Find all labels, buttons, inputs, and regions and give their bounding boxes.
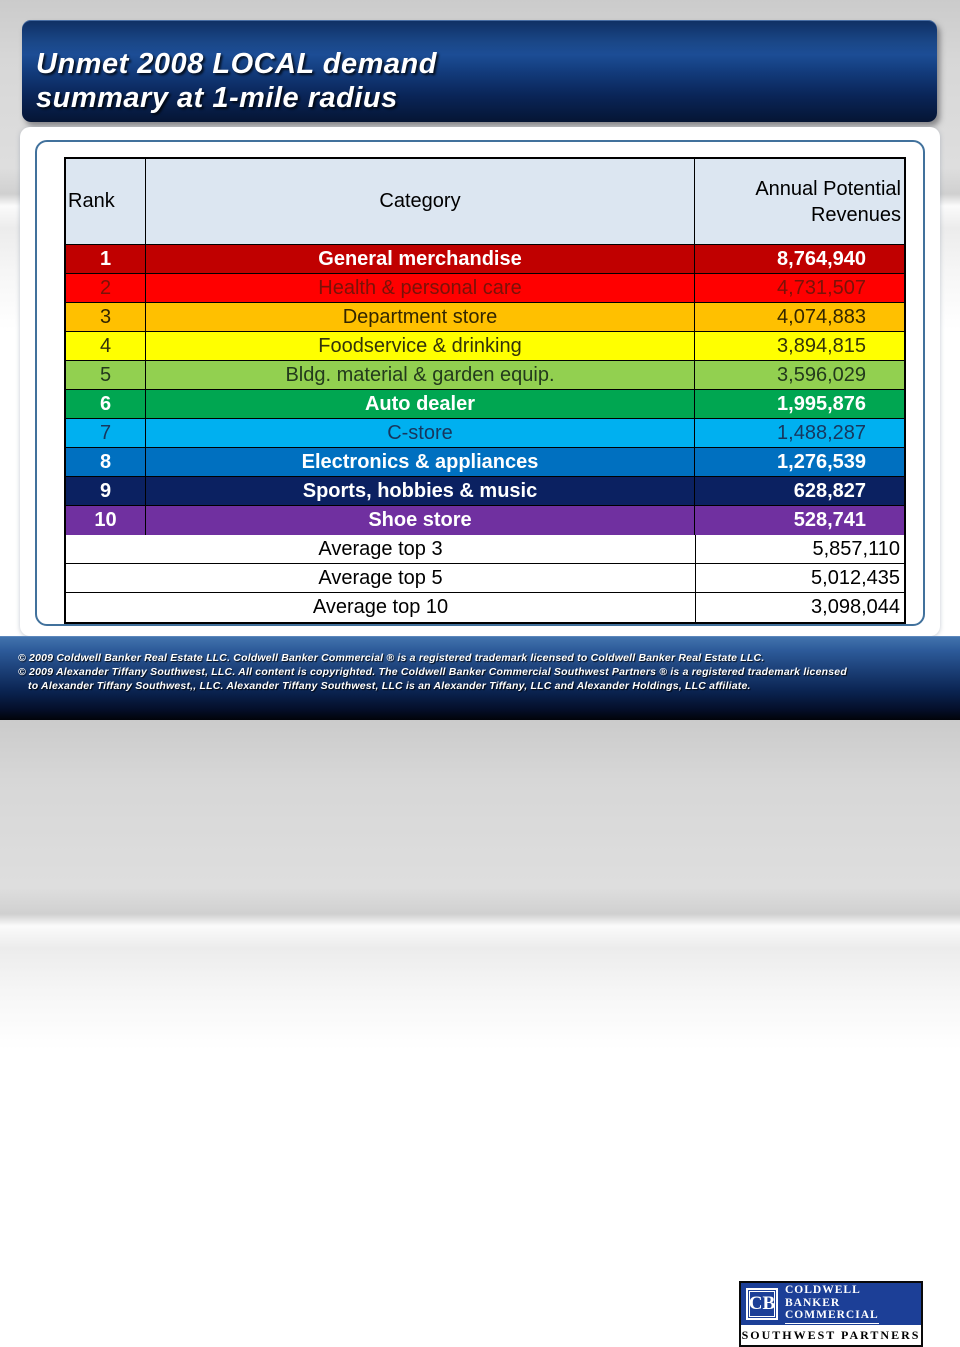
logo-word-commercial: COMMERCIAL [785,1309,879,1322]
copyright-line3: to Alexander Tiffany Southwest,, LLC. Al… [28,679,847,693]
table-row: 9 Sports, hobbies & music 628,827 [66,477,904,506]
header-rank: Rank [66,159,146,244]
table-row: 1 General merchandise 8,764,940 [66,245,904,274]
rank-cell: 3 [66,303,146,331]
header-revenue-line1: Annual Potential [755,176,901,202]
revenue-cell: 1,276,539 [695,448,904,476]
slide-title: Unmet 2008 LOCAL demand summary at 1-mil… [22,20,937,115]
category-cell: Shoe store [146,506,695,535]
header-revenue: Annual Potential Revenues [695,159,904,244]
revenue-cell: 8,764,940 [695,245,904,273]
revenue-cell: 528,741 [695,506,904,535]
summary-row: Average top 10 3,098,044 [66,593,904,622]
rank-cell: 7 [66,419,146,447]
slide-title-bar: Unmet 2008 LOCAL demand summary at 1-mil… [22,20,937,122]
revenue-cell: 3,894,815 [695,332,904,360]
category-cell: C-store [146,419,695,447]
rank-cell: 8 [66,448,146,476]
category-cell: Electronics & appliances [146,448,695,476]
revenue-cell: 1,488,287 [695,419,904,447]
table-row: 4 Foodservice & drinking 3,894,815 [66,332,904,361]
rank-cell: 9 [66,477,146,505]
rank-cell: 10 [66,506,146,535]
slide: { "title": { "line1": "Unmet 2008 LOCAL … [0,0,960,720]
slide-title-line1: Unmet 2008 LOCAL demand [36,47,937,81]
table-summary: Average top 3 5,857,110 Average top 5 5,… [66,535,904,622]
summary-row: Average top 3 5,857,110 [66,535,904,564]
table-row: 3 Department store 4,074,883 [66,303,904,332]
rank-cell: 5 [66,361,146,389]
category-cell: Department store [146,303,695,331]
coldwell-banker-logo: CB COLDWELL BANKER COMMERCIAL SOUTHWEST … [739,1281,923,1347]
summary-label-cell: Average top 3 [66,535,696,563]
table-row: 7 C-store 1,488,287 [66,419,904,448]
copyright-line1: © 2009 Coldwell Banker Real Estate LLC. … [18,651,847,665]
rank-cell: 1 [66,245,146,273]
logo-wordmark: COLDWELL BANKER COMMERCIAL [785,1284,879,1324]
table-header-row: Rank Category Annual Potential Revenues [66,159,904,245]
logo-word-coldwell: COLDWELL [785,1284,879,1297]
table-row: 2 Health & personal care 4,731,507 [66,274,904,303]
category-cell: Health & personal care [146,274,695,302]
table-row: 8 Electronics & appliances 1,276,539 [66,448,904,477]
table-row: 5 Bldg. material & garden equip. 3,596,0… [66,361,904,390]
revenue-cell: 3,596,029 [695,361,904,389]
summary-value-cell: 3,098,044 [696,593,904,622]
revenue-cell: 628,827 [695,477,904,505]
copyright-line2: © 2009 Alexander Tiffany Southwest, LLC.… [18,665,847,679]
logo-word-banker: BANKER [785,1297,879,1310]
category-cell: General merchandise [146,245,695,273]
rank-cell: 2 [66,274,146,302]
cb-monogram-icon: CB [746,1288,778,1320]
footer-band: © 2009 Coldwell Banker Real Estate LLC. … [0,636,960,720]
revenue-cell: 1,995,876 [695,390,904,418]
header-revenue-line2: Revenues [811,202,901,228]
logo-top-section: CB COLDWELL BANKER COMMERCIAL [741,1283,921,1325]
header-category: Category [146,159,695,244]
category-cell: Auto dealer [146,390,695,418]
rank-cell: 6 [66,390,146,418]
summary-value-cell: 5,857,110 [696,535,904,563]
table-row: 10 Shoe store 528,741 [66,506,904,535]
demand-table: Rank Category Annual Potential Revenues … [64,157,906,624]
table-row: 6 Auto dealer 1,995,876 [66,390,904,419]
summary-row: Average top 5 5,012,435 [66,564,904,593]
summary-label-cell: Average top 5 [66,564,696,592]
revenue-cell: 4,074,883 [695,303,904,331]
rank-cell: 4 [66,332,146,360]
revenue-cell: 4,731,507 [695,274,904,302]
logo-subtitle: SOUTHWEST PARTNERS [741,1325,921,1345]
slide-title-line2: summary at 1-mile radius [36,81,937,115]
category-cell: Bldg. material & garden equip. [146,361,695,389]
category-cell: Foodservice & drinking [146,332,695,360]
summary-label-cell: Average top 10 [66,593,696,622]
summary-value-cell: 5,012,435 [696,564,904,592]
category-cell: Sports, hobbies & music [146,477,695,505]
table-body: 1 General merchandise 8,764,940 2 Health… [66,245,904,535]
copyright-text: © 2009 Coldwell Banker Real Estate LLC. … [18,651,847,693]
